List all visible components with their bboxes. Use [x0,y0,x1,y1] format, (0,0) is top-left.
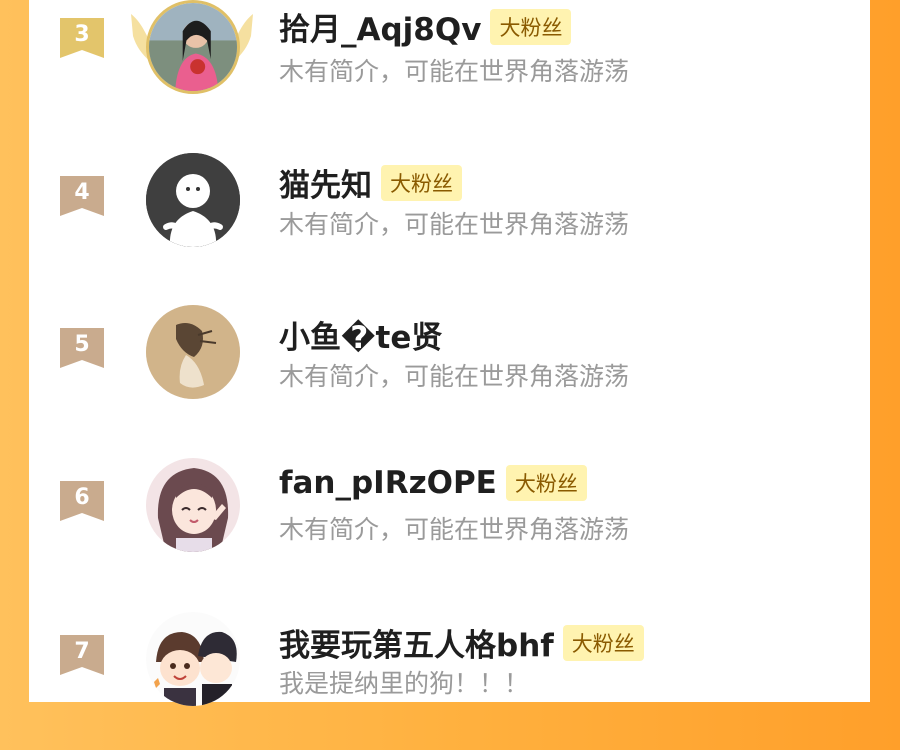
anime-girl-avatar-icon [146,458,240,552]
rank-badge: 3 [60,18,104,58]
rank-number: 7 [74,639,90,664]
rank-number: 6 [74,485,90,510]
user-name[interactable]: 小鱼�te贤 [279,312,442,357]
list-item[interactable]: 6 fan_pIRzOPE 大粉丝 木有简介，可能在世界角落游荡 [29,448,870,598]
user-bio: 我是提纳里的狗！！！ [279,669,530,698]
user-name[interactable]: fan_pIRzOPE [279,465,497,501]
fan-level-badge: 大粉丝 [505,465,587,501]
rank-number: 3 [74,22,90,47]
fan-ranking-list: 3 拾月_Aqj8Qv 大粉丝 木有简介，可能在世界角落游荡 4 猫先知 大粉丝… [29,0,870,706]
photo-girl-avatar-icon [149,3,237,91]
user-bio: 木有简介，可能在世界角落游荡 [279,57,630,86]
user-name[interactable]: 拾月_Aqj8Qv [279,4,481,49]
rank-badge: 6 [60,481,104,521]
rank-badge: 4 [60,176,104,216]
name-line: 小鱼�te贤 [279,312,442,357]
fan-level-badge: 大粉丝 [562,624,644,661]
user-bio: 木有简介，可能在世界角落游荡 [279,362,630,391]
avatar[interactable] [146,153,240,247]
user-name[interactable]: 猫先知 [279,160,372,205]
rank-number: 4 [74,180,90,205]
name-line: fan_pIRzOPE 大粉丝 [279,465,587,501]
list-item[interactable]: 7 我要玩第五人格bhf 大粉丝 我是提纳里的狗！！！ [29,600,870,750]
name-line: 拾月_Aqj8Qv 大粉丝 [279,4,572,49]
list-item[interactable]: 4 猫先知 大粉丝 木有简介，可能在世界角落游荡 [29,143,870,293]
chibi-boys-avatar-icon [146,612,240,706]
avatar[interactable] [146,458,240,552]
name-line: 猫先知 大粉丝 [279,160,462,205]
name-line: 我要玩第五人格bhf 大粉丝 [279,620,644,665]
list-item[interactable]: 5 小鱼�te贤 木有简介，可能在世界角落游荡 [29,295,870,445]
user-name[interactable]: 我要玩第五人格bhf [279,620,554,665]
avatar[interactable] [146,305,240,399]
rank-number: 5 [74,332,90,357]
list-item[interactable]: 3 拾月_Aqj8Qv 大粉丝 木有简介，可能在世界角落游荡 [29,0,870,140]
avatar[interactable] [146,0,240,94]
default-user-avatar-icon [146,153,240,247]
user-bio: 木有简介，可能在世界角落游荡 [279,515,630,544]
rank-badge: 5 [60,328,104,368]
fan-level-badge: 大粉丝 [490,8,572,45]
user-bio: 木有简介，可能在世界角落游荡 [279,210,630,239]
sepia-art-avatar-icon [146,305,240,399]
fan-level-badge: 大粉丝 [381,164,462,201]
rank-badge: 7 [60,635,104,675]
avatar[interactable] [146,612,240,706]
